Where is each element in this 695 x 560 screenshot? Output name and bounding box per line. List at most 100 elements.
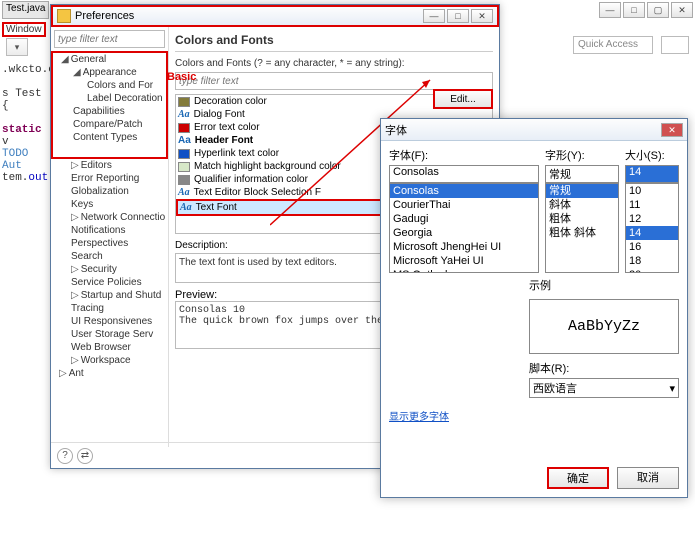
edit-button[interactable]: Edit... <box>433 89 493 109</box>
tree-startup[interactable]: ▷Startup and Shutd <box>53 289 168 302</box>
tree-content-types[interactable]: Content Types <box>55 131 166 144</box>
page-heading: Colors and Fonts <box>175 33 493 52</box>
tree-tracing[interactable]: Tracing <box>53 302 168 315</box>
tree-network[interactable]: ▷Network Connectio <box>53 211 168 224</box>
tree-workspace[interactable]: ▷Workspace <box>53 354 168 367</box>
size-option[interactable]: 12 <box>626 212 678 226</box>
font-option[interactable]: Microsoft JhengHei UI <box>390 240 538 254</box>
item-error-color[interactable]: Error text color <box>194 122 260 133</box>
font-option[interactable]: Microsoft YaHei UI <box>390 254 538 268</box>
item-dialog-font[interactable]: Dialog Font <box>194 109 245 120</box>
item-header-font[interactable]: Header Font <box>195 135 253 146</box>
minimize-button[interactable]: — <box>599 2 621 18</box>
minimize-button[interactable]: — <box>423 9 445 23</box>
tree-capabilities[interactable]: Capabilities <box>55 105 166 118</box>
tree-notifications[interactable]: Notifications <box>53 224 168 237</box>
close-button[interactable]: ✕ <box>671 2 693 18</box>
font-dialog-titlebar: 字体 ✕ <box>381 119 687 141</box>
basic-annotation: Basic <box>167 71 196 83</box>
tree-search[interactable]: Search <box>53 250 168 263</box>
restore-button[interactable]: □ <box>623 2 645 18</box>
item-text-font[interactable]: Text Font <box>196 202 237 213</box>
font-option[interactable]: CourierThai <box>390 198 538 212</box>
size-option[interactable]: 10 <box>626 184 678 198</box>
font-style-label: 字形(Y): <box>545 147 619 163</box>
sample-label: 示例 <box>529 277 679 293</box>
ide-window-controls: — □ ▢ ✕ <box>597 2 693 18</box>
font-name-input[interactable]: Consolas <box>389 165 539 183</box>
tree-ui-responsiveness[interactable]: UI Responsivenes <box>53 315 168 328</box>
help-button[interactable]: ? <box>57 448 73 464</box>
size-option[interactable]: 20 <box>626 268 678 273</box>
font-size-label: 大小(S): <box>625 147 679 163</box>
todo-marker: TODO Aut <box>2 148 28 172</box>
font-style-list[interactable]: 常规 斜体 粗体 粗体 斜体 <box>545 183 619 273</box>
tree-appearance[interactable]: ◢Appearance <box>55 66 166 79</box>
maximize-button[interactable]: □ <box>447 9 469 23</box>
font-option[interactable]: MS Outlook <box>390 268 538 273</box>
tree-security[interactable]: ▷Security <box>53 263 168 276</box>
tree-general[interactable]: ◢General <box>55 53 166 66</box>
chevron-down-icon: ▾ <box>669 382 675 395</box>
item-decoration-color[interactable]: Decoration color <box>194 96 267 107</box>
font-dialog-title: 字体 <box>385 122 407 138</box>
tree-web-browser[interactable]: Web Browser <box>53 341 168 354</box>
tree-compare[interactable]: Compare/Patch <box>55 118 166 131</box>
style-option[interactable]: 粗体 斜体 <box>546 226 618 240</box>
size-option[interactable]: 14 <box>626 226 678 240</box>
maximize-button[interactable]: ▢ <box>647 2 669 18</box>
pkg-text: wkcto.c <box>9 64 55 76</box>
font-style-input[interactable]: 常规 <box>545 165 619 183</box>
font-option-consolas[interactable]: Consolas <box>390 184 538 198</box>
font-dialog: 字体 ✕ 字体(F): Consolas Consolas CourierTha… <box>380 118 688 498</box>
editor-tab[interactable]: Test.java <box>2 1 49 19</box>
cancel-button[interactable]: 取消 <box>617 467 679 489</box>
script-label: 脚本(R): <box>529 360 679 376</box>
import-export-button[interactable]: ⇄ <box>77 448 93 464</box>
item-hyperlink-color[interactable]: Hyperlink text color <box>194 148 279 159</box>
window-menu[interactable]: Window <box>2 22 46 37</box>
style-option[interactable]: 粗体 <box>546 212 618 226</box>
item-qualifier-color[interactable]: Qualifier information color <box>194 174 308 185</box>
item-block-font[interactable]: Text Editor Block Selection F <box>194 187 321 198</box>
tree-service-policies[interactable]: Service Policies <box>53 276 168 289</box>
preferences-titlebar: Preferences — □ ✕ <box>51 5 499 27</box>
editor-background: .wkcto.c s Test { static v TODO Aut tem.… <box>0 60 50 560</box>
ok-button[interactable]: 确定 <box>547 467 609 489</box>
font-name-list[interactable]: Consolas CourierThai Gadugi Georgia Micr… <box>389 183 539 273</box>
tree-colors-fonts[interactable]: Colors and For <box>55 79 166 92</box>
size-option[interactable]: 16 <box>626 240 678 254</box>
preferences-icon <box>57 9 71 23</box>
size-option[interactable]: 11 <box>626 198 678 212</box>
toolbar-icon[interactable]: ▾ <box>6 38 28 56</box>
tree-editors[interactable]: ▷Editors <box>53 159 168 172</box>
script-select[interactable]: 西欧语言▾ <box>529 378 679 398</box>
tree-user-storage[interactable]: User Storage Serv <box>53 328 168 341</box>
show-more-fonts-link[interactable]: 显示更多字体 <box>389 408 449 423</box>
preferences-title: Preferences <box>75 10 134 22</box>
tree-label-decorations[interactable]: Label Decoration <box>55 92 166 105</box>
tree-highlight-region: ◢General ◢Appearance Colors and For Labe… <box>51 51 168 159</box>
tree-perspectives[interactable]: Perspectives <box>53 237 168 250</box>
tree-globalization[interactable]: Globalization <box>53 185 168 198</box>
close-button[interactable]: ✕ <box>471 9 493 23</box>
perspective-icon[interactable] <box>661 36 689 54</box>
tree-error-reporting[interactable]: Error Reporting <box>53 172 168 185</box>
font-size-list[interactable]: 10 11 12 14 16 18 20 <box>625 183 679 273</box>
font-option[interactable]: Gadugi <box>390 212 538 226</box>
size-option[interactable]: 18 <box>626 254 678 268</box>
tree-ant[interactable]: ▷Ant <box>53 367 168 380</box>
font-name-label: 字体(F): <box>389 147 539 163</box>
tree-filter-input[interactable] <box>54 30 165 48</box>
quick-access-input[interactable]: Quick Access <box>573 36 653 54</box>
sample-preview: AaBbYyZz <box>529 299 679 354</box>
style-option[interactable]: 常规 <box>546 184 618 198</box>
font-size-input[interactable]: 14 <box>625 165 679 183</box>
font-filter-input[interactable] <box>175 72 493 90</box>
font-option[interactable]: Georgia <box>390 226 538 240</box>
tree-continued: ▷Editors Error Reporting Globalization K… <box>51 159 168 380</box>
style-option[interactable]: 斜体 <box>546 198 618 212</box>
item-match-color[interactable]: Match highlight background color <box>194 161 341 172</box>
close-button[interactable]: ✕ <box>661 123 683 137</box>
tree-keys[interactable]: Keys <box>53 198 168 211</box>
